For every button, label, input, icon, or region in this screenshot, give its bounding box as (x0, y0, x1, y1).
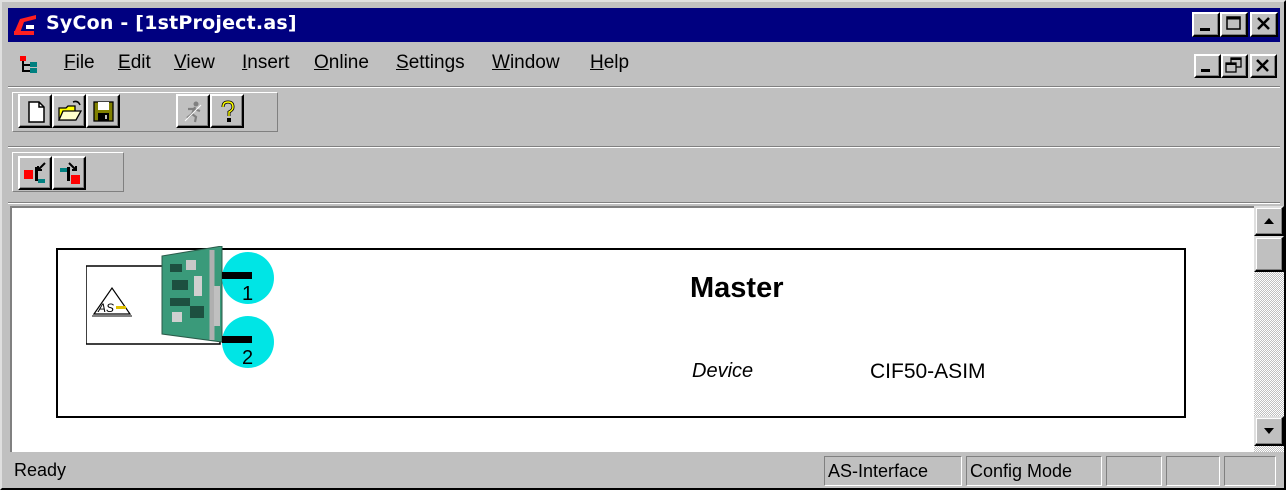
main-window: SyCon - [1stProject.as] File Edit View I… (0, 0, 1286, 490)
port-graphic: 1 2 (222, 252, 274, 369)
status-pane-empty (1166, 456, 1220, 486)
menu-edit[interactable]: Edit (118, 52, 151, 74)
minimize-icon (1201, 69, 1210, 72)
port-1-label: 1 (242, 283, 253, 305)
menu-view[interactable]: View (174, 52, 215, 74)
window-title: SyCon - [1stProject.as] (46, 12, 297, 34)
device-toolbar (8, 148, 1280, 194)
menu-insert[interactable]: Insert (242, 52, 290, 74)
device-field-label: Device (692, 360, 754, 382)
document-tree-icon[interactable] (18, 54, 40, 76)
restore-icon (1225, 57, 1242, 73)
vertical-scrollbar[interactable] (1254, 206, 1284, 452)
status-pane-empty (1106, 456, 1162, 486)
master-device-box[interactable]: AS 1 2 Master Device CIF50-ASIM (56, 246, 1186, 418)
save-disk-icon (93, 101, 114, 122)
menu-online[interactable]: Online (314, 52, 369, 74)
sycon-app-icon[interactable] (12, 13, 38, 37)
maximize-button[interactable] (1220, 12, 1248, 37)
arrow-up-icon (1264, 218, 1274, 224)
port-2-label: 2 (242, 347, 253, 369)
running-man-icon (184, 101, 202, 123)
run-button[interactable] (176, 94, 210, 128)
mdi-restore-button[interactable] (1221, 54, 1248, 78)
status-pane-network: AS-Interface (824, 456, 962, 486)
new-button[interactable] (18, 94, 52, 128)
arrow-down-icon (1264, 428, 1274, 434)
close-button[interactable] (1250, 12, 1278, 37)
open-folder-icon (57, 100, 83, 121)
interface-card-icon (161, 246, 223, 343)
help-button[interactable] (210, 94, 244, 128)
open-button[interactable] (52, 94, 86, 128)
separator (8, 202, 1280, 204)
insert-before-icon (24, 162, 46, 183)
menu-file[interactable]: File (64, 52, 95, 74)
minimize-icon (1200, 28, 1210, 31)
close-icon (1257, 17, 1270, 30)
minimize-button[interactable] (1192, 12, 1220, 37)
menu-settings[interactable]: Settings (396, 52, 465, 74)
menu-help[interactable]: Help (590, 52, 629, 74)
scroll-down-button[interactable] (1254, 416, 1284, 446)
new-file-icon (28, 101, 45, 123)
scroll-up-button[interactable] (1254, 206, 1284, 236)
maximize-icon (1226, 16, 1241, 30)
device-name: Master (690, 272, 784, 304)
title-bar[interactable]: SyCon - [1stProject.as] (8, 8, 1280, 42)
svg-text:AS: AS (97, 301, 114, 315)
close-icon (1256, 59, 1269, 72)
insert-after-button[interactable] (52, 156, 86, 190)
status-message: Ready (14, 460, 67, 480)
scroll-thumb[interactable] (1254, 236, 1284, 272)
status-pane-mode: Config Mode (966, 456, 1102, 486)
status-pane-empty (1224, 456, 1276, 486)
status-bar: Ready AS-Interface Config Mode (8, 454, 1280, 488)
menu-bar: File Edit View Insert Online Settings Wi… (8, 44, 1280, 82)
menu-window[interactable]: Window (492, 52, 560, 74)
insert-after-icon (60, 162, 80, 184)
help-question-icon (221, 100, 235, 122)
mdi-close-button[interactable] (1250, 54, 1277, 78)
network-view[interactable]: AS 1 2 Master Device CIF50-ASIM (10, 206, 1254, 452)
insert-before-button[interactable] (18, 156, 52, 190)
mdi-minimize-button[interactable] (1194, 54, 1221, 78)
save-button[interactable] (86, 94, 120, 128)
device-field-value: CIF50-ASIM (870, 360, 986, 383)
standard-toolbar (8, 88, 1280, 134)
